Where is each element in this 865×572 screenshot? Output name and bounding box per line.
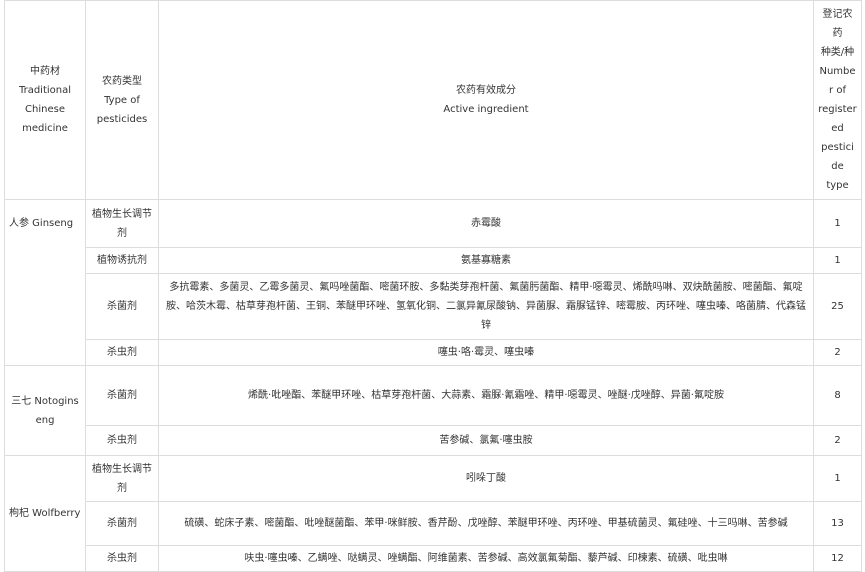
header-count-line: registered: [818, 104, 857, 134]
table-row: 枸杞 Wolfberry 植物生长调节剂 吲哚丁酸 1: [4, 455, 862, 572]
table-row: 杀菌剂 多抗霉素、多菌灵、乙霉多菌灵、氟吗唑菌酯、嘧菌环胺、多黏类芽孢杆菌、氟菌…: [5, 273, 862, 340]
count-cell: 2: [813, 339, 862, 366]
type-cell: 杀菌剂: [85, 501, 159, 546]
ingredient-cell: 吲哚丁酸: [158, 455, 814, 502]
herb-cell: 人参 Ginseng: [4, 199, 86, 366]
herb-cell: 枸杞 Wolfberry: [4, 455, 86, 572]
type-cell: 杀虫剂: [85, 545, 159, 572]
header-herb-line: Chinese: [25, 104, 65, 115]
table-row: 杀虫剂 噻虫·咯·霉灵、噻虫嗪 2: [5, 339, 862, 366]
count-cell: 25: [813, 273, 862, 340]
header-count-line: pesticide: [821, 142, 854, 172]
header-type: 农药类型 Type of pesticides: [85, 0, 159, 200]
type-cell: 杀菌剂: [85, 365, 159, 426]
header-count-line: Number of: [819, 66, 856, 96]
header-herb-line: medicine: [22, 123, 68, 134]
table-row: 三七 Notoginseng 杀菌剂 烯酰·吡唑酯、苯醚甲环唑、枯草芽孢杆菌、大…: [4, 365, 862, 456]
count-cell: 12: [813, 545, 862, 572]
table-header-row: 中药材 Traditional Chinese medicine 农药类型 Ty…: [4, 0, 862, 200]
type-cell: 植物诱抗剂: [85, 247, 159, 274]
header-count-line: type: [826, 180, 849, 191]
count-cell: 1: [813, 247, 862, 274]
type-cell: 杀虫剂: [85, 339, 159, 366]
ingredient-cell: 烯酰·吡唑酯、苯醚甲环唑、枯草芽孢杆菌、大蒜素、霜脲·氰霜唑、精甲·噁霉灵、唑醚…: [158, 365, 814, 426]
header-count-line: 种类/种: [820, 47, 855, 58]
type-cell: 杀菌剂: [85, 273, 159, 340]
header-ingredient-line: Active ingredient: [443, 104, 529, 115]
table-row: 杀虫剂 呋虫·噻虫嗪、乙螨唑、哒螨灵、唑螨酯、阿维菌素、苦参碱、高效氯氟菊酯、藜…: [5, 545, 862, 572]
header-ingredient: 农药有效成分 Active ingredient: [158, 0, 814, 200]
table-row: 植物诱抗剂 氨基寡糖素 1: [5, 247, 862, 274]
table-row: 杀菌剂 硫磺、蛇床子素、嘧菌酯、吡唑醚菌酯、苯甲·咪鲜胺、香芹酚、戊唑醇、苯醚甲…: [5, 501, 862, 546]
header-herb-line: 中药材: [30, 66, 60, 77]
count-cell: 13: [813, 501, 862, 546]
header-type-line: pesticides: [96, 113, 148, 125]
header-type-line: Type of: [104, 94, 140, 106]
ingredient-cell: 噻虫·咯·霉灵、噻虫嗪: [158, 339, 814, 366]
ingredient-cell: 氨基寡糖素: [158, 247, 814, 274]
pesticide-table: 中药材 Traditional Chinese medicine 农药类型 Ty…: [4, 0, 862, 572]
header-herb-line: Traditional: [18, 85, 72, 96]
ingredient-cell: 苦参碱、氯氟·噻虫胺: [158, 425, 814, 456]
count-cell: 1: [813, 199, 862, 248]
count-cell: 2: [813, 425, 862, 456]
type-cell: 植物生长调节剂: [85, 455, 159, 502]
count-cell: 8: [813, 365, 862, 426]
type-cell: 杀虫剂: [85, 425, 159, 456]
herb-cell: 三七 Notoginseng: [4, 365, 86, 456]
header-herb: 中药材 Traditional Chinese medicine: [4, 0, 86, 200]
ingredient-cell: 硫磺、蛇床子素、嘧菌酯、吡唑醚菌酯、苯甲·咪鲜胺、香芹酚、戊唑醇、苯醚甲环唑、丙…: [158, 501, 814, 546]
header-count: 登记农药 种类/种 Number of registered pesticide…: [813, 0, 862, 200]
ingredient-cell: 呋虫·噻虫嗪、乙螨唑、哒螨灵、唑螨酯、阿维菌素、苦参碱、高效氯氟菊酯、藜芦碱、印…: [158, 545, 814, 572]
header-ingredient-line: 农药有效成分: [456, 85, 516, 96]
header-count-line: 登记农药: [822, 9, 853, 39]
type-cell: 植物生长调节剂: [85, 199, 159, 248]
table-row: 人参 Ginseng 植物生长调节剂 赤霉酸 1: [4, 199, 862, 366]
table-row: 杀虫剂 苦参碱、氯氟·噻虫胺 2: [5, 425, 862, 456]
header-type-line: 农药类型: [102, 75, 142, 87]
ingredient-cell: 赤霉酸: [158, 199, 814, 248]
count-cell: 1: [813, 455, 862, 502]
ingredient-cell: 多抗霉素、多菌灵、乙霉多菌灵、氟吗唑菌酯、嘧菌环胺、多黏类芽孢杆菌、氟菌肟菌酯、…: [158, 273, 814, 340]
